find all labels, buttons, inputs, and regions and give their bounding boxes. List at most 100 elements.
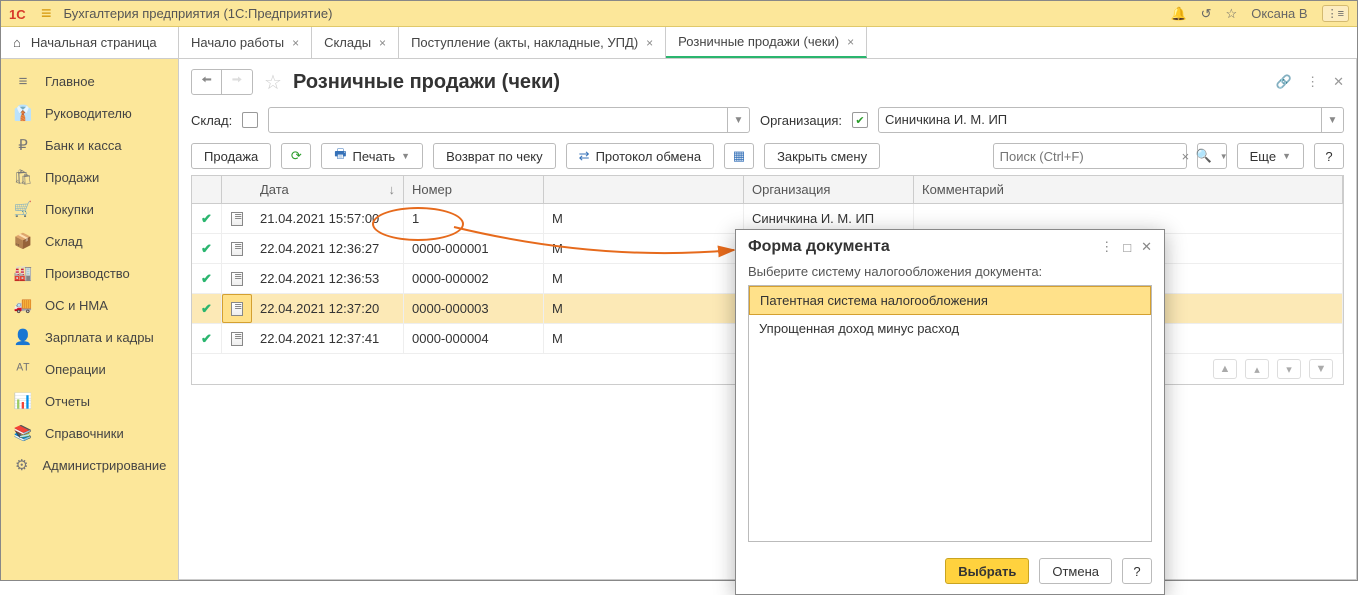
- row-number: 0000-000002: [404, 264, 544, 293]
- row-status-icon: ✔: [192, 324, 222, 353]
- sidebar-icon: ≡: [15, 73, 31, 89]
- refresh-icon: ⟳: [291, 148, 302, 164]
- page-prev-button[interactable]: ▴: [1245, 359, 1269, 379]
- col-org[interactable]: Организация: [744, 176, 914, 203]
- help-button[interactable]: ?: [1314, 143, 1344, 169]
- refresh-button[interactable]: ⟳: [281, 143, 311, 169]
- print-button[interactable]: 🖶Печать▼: [321, 143, 423, 169]
- close-page-icon[interactable]: ✕: [1333, 74, 1344, 90]
- sidebar-item[interactable]: 👤Зарплата и кадры: [1, 321, 178, 353]
- search-box[interactable]: ×: [993, 143, 1187, 169]
- dialog-help-button[interactable]: ?: [1122, 558, 1152, 584]
- page-first-button[interactable]: ▲: [1213, 359, 1237, 379]
- dialog-maximize-icon[interactable]: □: [1123, 240, 1131, 255]
- kebab-menu-icon[interactable]: ⋮: [1306, 74, 1319, 90]
- sidebar-item-label: Главное: [45, 74, 95, 89]
- list-item[interactable]: Патентная система налогообложения: [749, 286, 1151, 315]
- row-doc-icon: [222, 204, 252, 233]
- page-last-button[interactable]: ▼: [1309, 359, 1333, 379]
- sidebar-item-label: Производство: [45, 266, 130, 281]
- star-icon[interactable]: ☆: [261, 70, 285, 94]
- sidebar-item[interactable]: 🛍Продажи: [1, 161, 178, 193]
- sidebar-icon: 📊: [15, 393, 31, 409]
- tab-close-icon[interactable]: ×: [646, 36, 653, 50]
- sidebar-item[interactable]: 👔Руководителю: [1, 97, 178, 129]
- row-status-icon: ✔: [192, 234, 222, 263]
- sidebar-item[interactable]: 🏭Производство: [1, 257, 178, 289]
- link-icon[interactable]: 🔗: [1276, 74, 1292, 90]
- main-menu-icon[interactable]: ≡: [41, 3, 52, 24]
- cancel-button[interactable]: Отмена: [1039, 558, 1112, 584]
- sidebar-item-label: Справочники: [45, 426, 124, 441]
- dialog-menu-icon[interactable]: ⋮: [1100, 239, 1113, 255]
- more-button[interactable]: Еще▼: [1237, 143, 1304, 169]
- org-label: Организация:: [760, 113, 842, 128]
- tab[interactable]: Розничные продажи (чеки)×: [666, 27, 867, 58]
- clear-search-icon[interactable]: ×: [1182, 149, 1190, 164]
- sidebar-item[interactable]: 📚Справочники: [1, 417, 178, 449]
- col-date[interactable]: Дата↓: [252, 176, 404, 203]
- sidebar-item-label: Операции: [45, 362, 106, 377]
- sidebar-item-label: Администрирование: [42, 458, 166, 473]
- favorite-icon[interactable]: ☆: [1226, 6, 1238, 22]
- row-doc-icon: [222, 234, 252, 263]
- export-icon: ▦: [733, 148, 745, 164]
- return-button[interactable]: Возврат по чеку: [433, 143, 556, 169]
- tab[interactable]: Начало работы ×: [179, 27, 312, 58]
- user-name[interactable]: Оксана В: [1251, 6, 1307, 21]
- row-date: 22.04.2021 12:37:20: [252, 294, 404, 323]
- sidebar-item[interactable]: ≡ Главное: [1, 65, 178, 97]
- sidebar-item[interactable]: 🛒Покупки: [1, 193, 178, 225]
- sidebar-icon: 🚚: [15, 297, 31, 313]
- tab-close-icon[interactable]: ×: [847, 35, 854, 49]
- sidebar-item[interactable]: ₽Банк и касса: [1, 129, 178, 161]
- tab-label: Начало работы: [191, 35, 284, 50]
- user-badge-icon[interactable]: ⋮≡: [1322, 5, 1349, 22]
- tab[interactable]: Поступление (акты, накладные, УПД)×: [399, 27, 666, 58]
- export-button[interactable]: ▦: [724, 143, 754, 169]
- sidebar-item[interactable]: 📦Склад: [1, 225, 178, 257]
- tab-close-icon[interactable]: ×: [379, 36, 386, 50]
- row-date: 22.04.2021 12:37:41: [252, 324, 404, 353]
- list-item[interactable]: Упрощенная доход минус расход: [749, 315, 1151, 342]
- sidebar-item[interactable]: 🚚ОС и НМА: [1, 289, 178, 321]
- app-logo-icon: 1С: [9, 6, 31, 22]
- app-titlebar: 1С ≡ Бухгалтерия предприятия (1С:Предпри…: [1, 1, 1357, 27]
- dialog-close-icon[interactable]: ✕: [1141, 239, 1152, 255]
- col-hidden[interactable]: [544, 176, 744, 203]
- sidebar: ≡ Главное 👔Руководителю₽Банк и касса🛍Прода…: [1, 59, 179, 580]
- page-next-button[interactable]: ▾: [1277, 359, 1301, 379]
- select-button[interactable]: Выбрать: [945, 558, 1029, 584]
- org-checkbox[interactable]: [852, 112, 868, 128]
- col-comment[interactable]: Комментарий: [914, 176, 1343, 203]
- sale-button[interactable]: Продажа: [191, 143, 271, 169]
- tab[interactable]: Склады×: [312, 27, 399, 58]
- sidebar-item[interactable]: ᴬᵀ Операции: [1, 353, 178, 385]
- sidebar-icon: ⚙: [15, 457, 28, 473]
- sidebar-item[interactable]: 📊Отчеты: [1, 385, 178, 417]
- tab-close-icon[interactable]: ×: [292, 36, 299, 50]
- exchange-icon: ⇄: [579, 148, 590, 164]
- sklad-combo[interactable]: ▼: [268, 107, 750, 133]
- sidebar-icon: ₽: [15, 137, 31, 153]
- sidebar-item[interactable]: ⚙ Администрирование: [1, 449, 178, 481]
- search-button[interactable]: 🔍▼: [1197, 143, 1227, 169]
- sidebar-icon: ᴬᵀ: [15, 361, 31, 377]
- close-shift-button[interactable]: Закрыть смену: [764, 143, 880, 169]
- protocol-button[interactable]: ⇄Протокол обмена: [566, 143, 714, 169]
- home-tab[interactable]: ⌂ Начальная страница: [1, 27, 179, 58]
- sidebar-item-label: Склад: [45, 234, 83, 249]
- row-f: М: [544, 204, 744, 233]
- tax-system-list[interactable]: Патентная система налогообложенияУпрощен…: [748, 285, 1152, 542]
- sklad-checkbox[interactable]: [242, 112, 258, 128]
- notifications-icon[interactable]: 🔔: [1170, 6, 1186, 22]
- search-input[interactable]: [994, 149, 1182, 164]
- org-combo[interactable]: Синичкина И. М. ИП▼: [878, 107, 1344, 133]
- row-number: 0000-000004: [404, 324, 544, 353]
- col-number[interactable]: Номер: [404, 176, 544, 203]
- history-icon[interactable]: ↺: [1201, 6, 1212, 22]
- home-icon: ⌂: [13, 35, 21, 50]
- nav-back-button[interactable]: 🠨: [192, 70, 222, 94]
- nav-forward-button[interactable]: 🠪: [222, 70, 252, 94]
- row-f: М: [544, 234, 744, 263]
